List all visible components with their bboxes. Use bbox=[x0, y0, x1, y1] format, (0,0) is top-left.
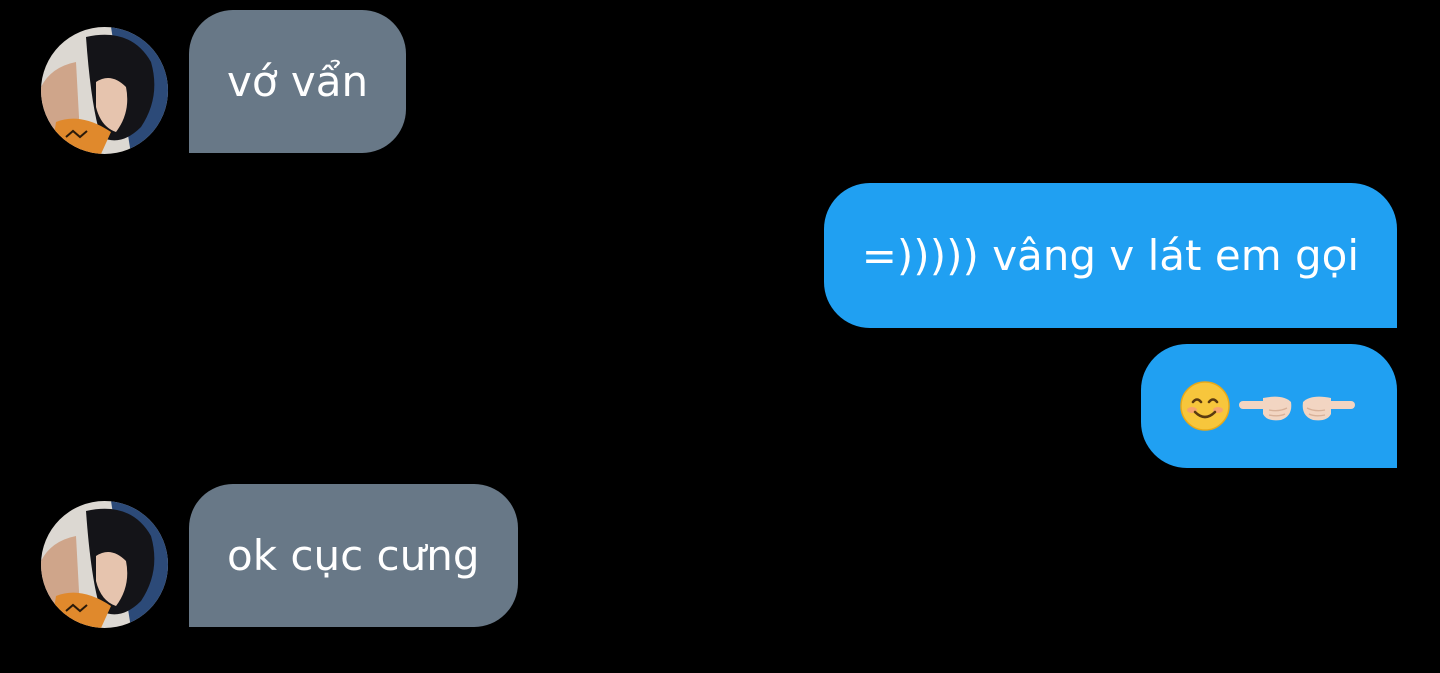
message-bubble-incoming[interactable]: vớ vẩn bbox=[189, 10, 407, 153]
emoji-row bbox=[1179, 380, 1359, 432]
message-bubble-incoming[interactable]: ok cục cưng bbox=[189, 484, 518, 627]
contact-avatar[interactable] bbox=[41, 501, 168, 628]
finger-pointing-right-icon bbox=[1302, 396, 1355, 421]
message-text: vớ vẩn bbox=[227, 57, 369, 106]
message-text: ok cục cưng bbox=[227, 531, 480, 580]
finger-pointing-left-icon bbox=[1239, 396, 1292, 421]
message-bubble-outgoing-emoji[interactable] bbox=[1141, 344, 1397, 468]
profile-photo-avatar bbox=[41, 501, 168, 628]
message-bubble-outgoing[interactable]: =))))) vâng v lát em gọi bbox=[823, 183, 1397, 328]
smiling-face-icon bbox=[1180, 381, 1230, 431]
profile-photo-avatar bbox=[41, 27, 168, 154]
message-text: =))))) vâng v lát em gọi bbox=[861, 231, 1359, 280]
contact-avatar[interactable] bbox=[41, 27, 168, 154]
